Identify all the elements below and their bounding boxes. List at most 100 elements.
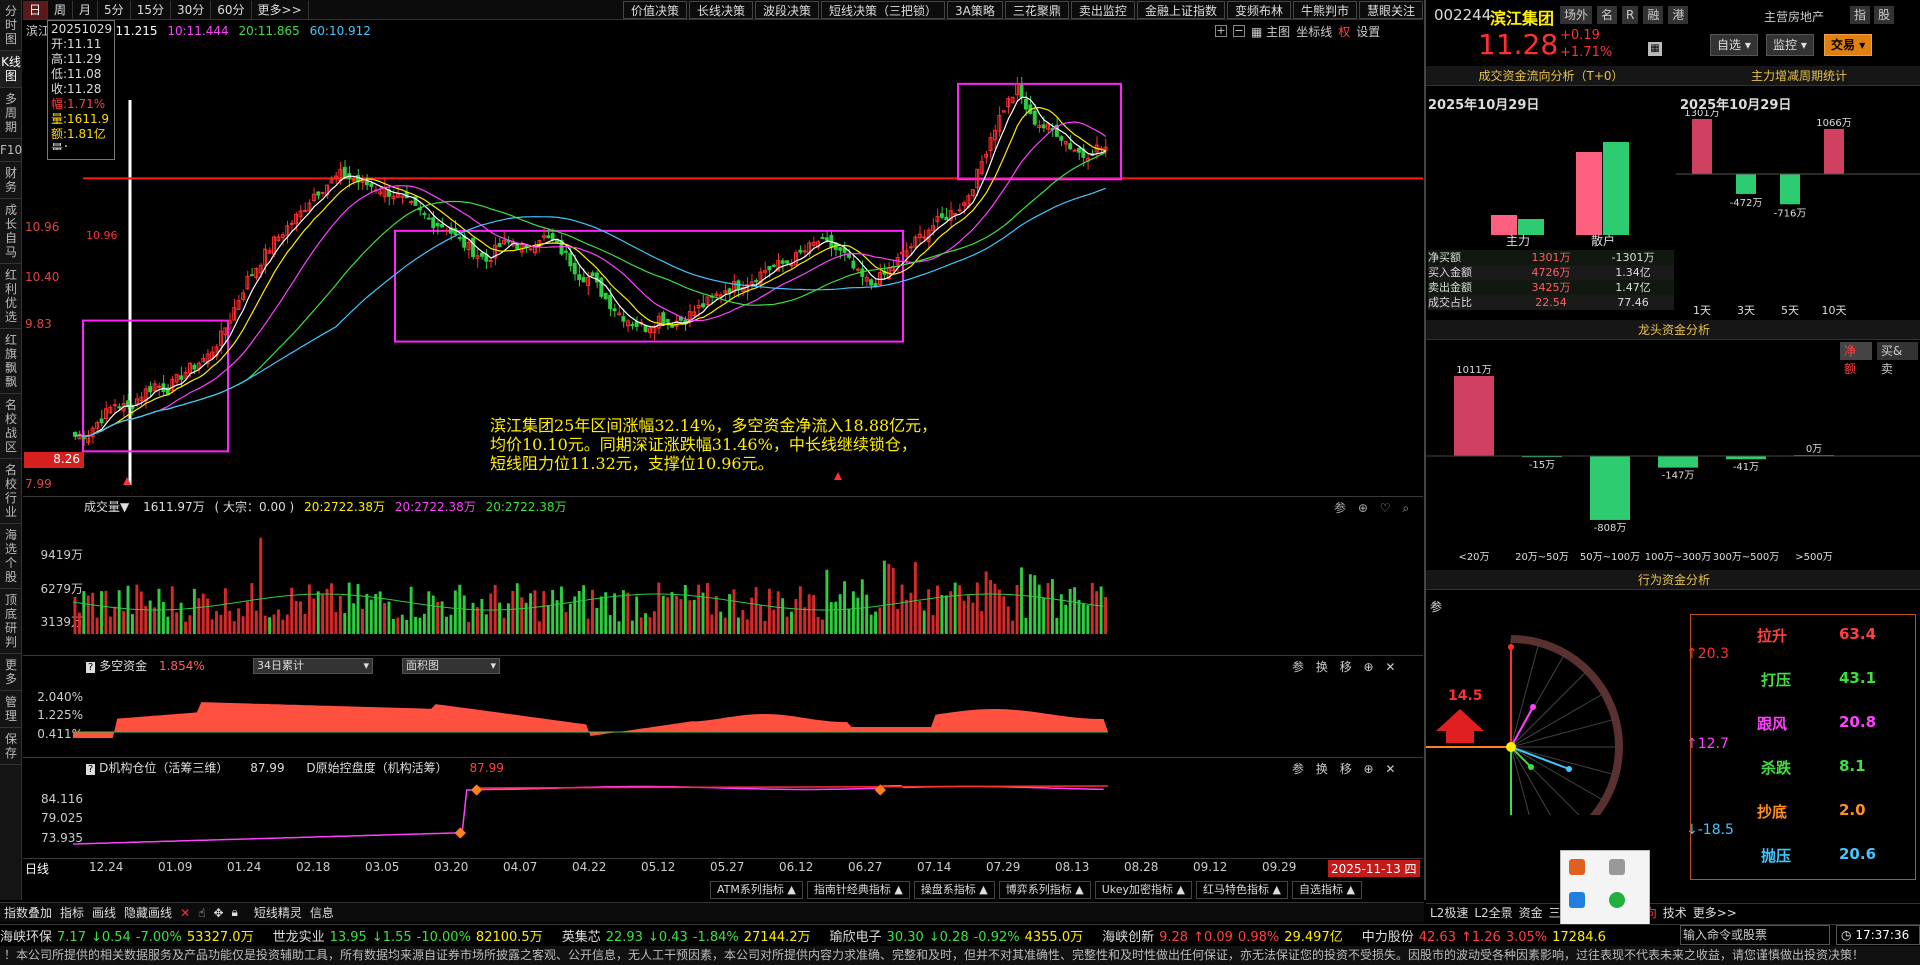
ticker-item[interactable]: 世龙实业 13.95 ↓1.55 -10.00% 82100.5万 [273, 926, 548, 945]
search-icon[interactable]: ⌕ [1402, 501, 1409, 515]
right-tab-1[interactable]: L2全景 [1474, 904, 1512, 921]
tab-buy-sell[interactable]: 买&卖 [1876, 342, 1918, 376]
ticker-item[interactable]: 英集芯 22.93 ↓0.43 -1.84% 27144.2万 [562, 926, 816, 945]
close-icon[interactable]: ✕ [1385, 660, 1395, 674]
tag-hk[interactable]: 港 [1668, 6, 1689, 24]
strategy-button-7[interactable]: 金融上证指数 [1136, 0, 1225, 19]
duokong-type-select[interactable]: 面积图 ▾ [402, 658, 500, 674]
stock-button[interactable]: 股 [1874, 6, 1895, 24]
strategy-button-3[interactable]: 短线决策（三把锁） [821, 0, 946, 19]
left-nav-item-7[interactable]: 红旗飘飘 [0, 329, 22, 394]
period-monthly[interactable]: 月 [73, 0, 99, 19]
settings-button[interactable]: 设置 [1356, 23, 1380, 40]
question-icon[interactable]: ? [86, 764, 96, 775]
swap-button[interactable]: 换 [1316, 660, 1328, 674]
zoom-icon[interactable]: ⊕ [1358, 501, 1368, 515]
tag-name[interactable]: 名 [1597, 6, 1618, 24]
left-nav-item-9[interactable]: 名校行业 [0, 459, 22, 524]
strategy-button-10[interactable]: 慧眼关注 [1358, 0, 1423, 19]
left-nav-item-13[interactable]: 管理 [0, 691, 22, 728]
left-nav-item-2[interactable]: 多周期 [0, 88, 22, 139]
tag-r[interactable]: R [1622, 6, 1639, 24]
command-input[interactable]: 输入命令或股票 [1680, 925, 1830, 945]
plus-icon[interactable]: + [1215, 25, 1227, 37]
right-tab-0[interactable]: L2极速 [1430, 904, 1468, 921]
strategy-button-6[interactable]: 卖出监控 [1070, 0, 1135, 19]
coordinate-toggle[interactable]: 坐标线 [1296, 23, 1332, 40]
strategy-button-1[interactable]: 长线决策 [689, 0, 754, 19]
app-icon-1[interactable] [1569, 859, 1585, 875]
right-tab-6[interactable]: 技术 [1663, 904, 1687, 921]
right-tab-7[interactable]: 更多>> [1693, 904, 1737, 921]
behavior-param-button[interactable]: 参 [1430, 598, 1442, 615]
swap-button[interactable]: 换 [1316, 762, 1328, 776]
strategy-button-4[interactable]: 3A策略 [947, 0, 1003, 19]
indicator-menu-3[interactable]: 博弈系列指标 ▲ [998, 881, 1091, 899]
move-button[interactable]: 移 [1340, 660, 1352, 674]
period-daily[interactable]: 日 [23, 0, 49, 19]
move-button[interactable]: 移 [1340, 762, 1352, 776]
param-icon[interactable]: 参 [1334, 501, 1346, 515]
duokong-period-select[interactable]: 34日累计 ▾ [253, 658, 373, 674]
tag-otc[interactable]: 场外 [1560, 6, 1593, 24]
heart-icon[interactable]: ♡ [1380, 501, 1391, 515]
add-watchlist-button[interactable]: 自选 ▾ [1710, 34, 1758, 56]
index-overlay-button[interactable]: 指数叠加 [4, 904, 52, 921]
info-button[interactable]: 信息 [310, 904, 334, 921]
close-icon[interactable]: ✕ [1385, 762, 1395, 776]
left-nav-item-5[interactable]: 成长自马 [0, 199, 22, 264]
indicator-menu-4[interactable]: Ukey加密指标 ▲ [1094, 881, 1193, 899]
volume-chart[interactable] [23, 518, 1423, 653]
wechat-icon[interactable] [1609, 892, 1625, 909]
left-nav-item-12[interactable]: 更多 [0, 654, 22, 691]
left-nav-item-0[interactable]: 分时图 [0, 0, 22, 51]
app-icon-2[interactable] [1609, 859, 1625, 875]
trade-button[interactable]: 交易 ▾ [1824, 34, 1873, 56]
left-nav-item-8[interactable]: 名校战区 [0, 394, 22, 459]
right-tab-2[interactable]: 资金 [1519, 904, 1543, 921]
strategy-button-9[interactable]: 牛熊判市 [1292, 0, 1357, 19]
ticker-item[interactable]: 海峡创新 9.28 ↑0.09 0.98% 29.497亿 [1102, 926, 1348, 945]
draw-line-button[interactable]: 画线 [92, 904, 116, 921]
volume-title[interactable]: 成交量▼ [84, 500, 129, 514]
strategy-button-0[interactable]: 价值决策 [622, 0, 687, 19]
right-adjust-toggle[interactable]: 权 [1338, 23, 1350, 40]
left-nav-item-4[interactable]: 财务 [0, 162, 22, 199]
lock-icon[interactable]: 🔒︎ [232, 905, 238, 920]
delete-icon[interactable]: ✕ [180, 906, 190, 920]
indicator-button[interactable]: 指标 [60, 904, 84, 921]
ticker-item[interactable]: 海峡环保 7.17 ↓0.54 -7.00% 53327.0万 [0, 926, 259, 945]
period-5min[interactable]: 5分 [98, 0, 131, 19]
period-more[interactable]: 更多>> [252, 0, 309, 19]
left-nav-item-6[interactable]: 红利优选 [0, 264, 22, 329]
strategy-button-5[interactable]: 三花聚鼎 [1004, 0, 1069, 19]
indicator-menu-6[interactable]: 自选指标 ▲ [1291, 881, 1362, 899]
hide-lines-button[interactable]: 隐藏画线 [124, 904, 172, 921]
short-line-genie-button[interactable]: 短线精灵 [254, 904, 302, 921]
pointer-icon[interactable]: ☝ [198, 906, 205, 920]
duokong-chart[interactable] [23, 676, 1423, 756]
period-30min[interactable]: 30分 [171, 0, 212, 19]
param-button[interactable]: 参 [1292, 762, 1304, 776]
zoom-icon[interactable]: ⊕ [1364, 762, 1374, 776]
move-icon[interactable]: ✥ [213, 906, 223, 920]
index-button[interactable]: 指 [1850, 6, 1871, 24]
period-label[interactable]: 日线 [25, 860, 49, 877]
main-chart-toggle[interactable]: ▦ 主图 [1251, 23, 1290, 40]
question-icon[interactable]: ? [86, 662, 96, 673]
indicator-menu-1[interactable]: 指南针经典指标 ▲ [806, 881, 910, 899]
calendar-icon[interactable]: ▦ [1648, 42, 1662, 56]
jigou-chart[interactable] [23, 778, 1423, 858]
indicator-menu-5[interactable]: 红马特色指标 ▲ [1196, 881, 1288, 899]
monitor-button[interactable]: 监控 ▾ [1766, 34, 1814, 56]
ticker-item[interactable]: 瑜欣电子 30.30 ↓0.28 -0.92% 4355.0万 [830, 926, 1089, 945]
left-nav-item-14[interactable]: 保存 [0, 728, 22, 765]
ticker-item[interactable]: 中力股份 42.63 ↑1.26 3.05% 17284.6 [1362, 926, 1611, 945]
left-nav-item-1[interactable]: K线图 [0, 51, 22, 88]
indicator-menu-0[interactable]: ATM系列指标 ▲ [710, 881, 803, 899]
tag-margin[interactable]: 融 [1643, 6, 1664, 24]
zoom-icon[interactable]: ⊕ [1364, 660, 1374, 674]
left-nav-item-10[interactable]: 海选个股 [0, 524, 22, 589]
app-icon-3[interactable] [1569, 892, 1585, 909]
period-60min[interactable]: 60分 [211, 0, 252, 19]
